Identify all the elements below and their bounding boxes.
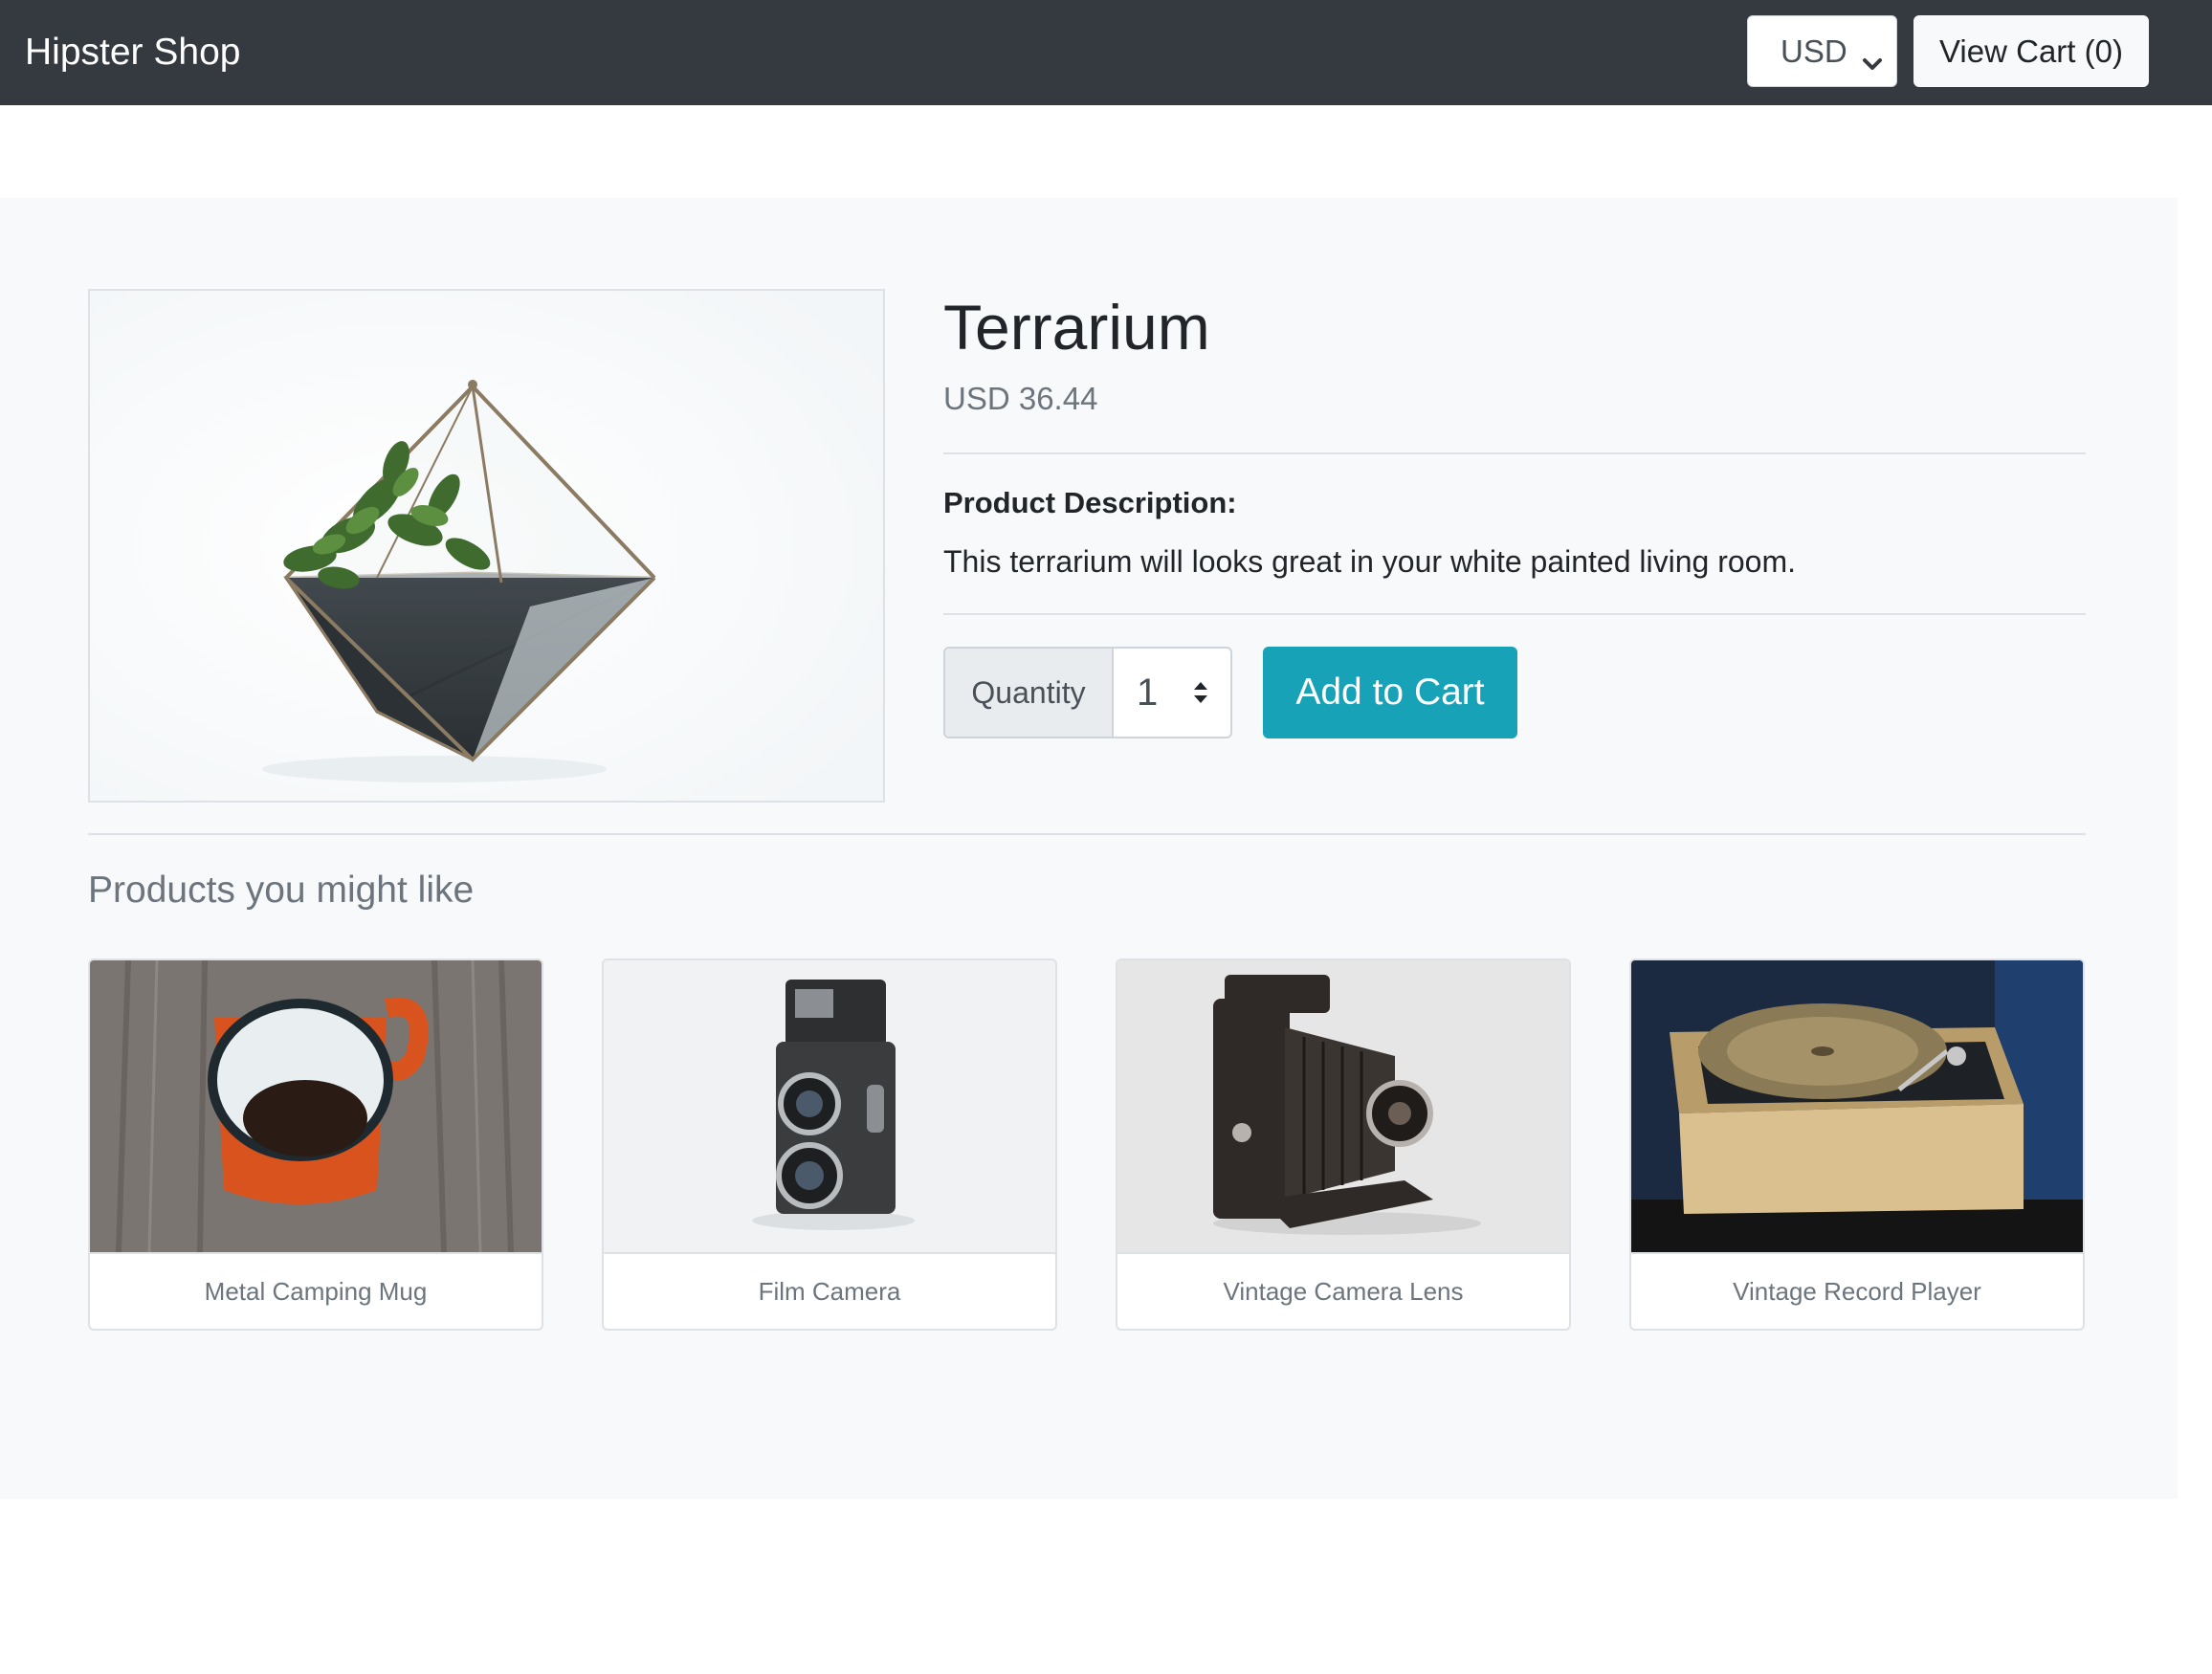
product-title: Terrarium [943, 292, 1210, 363]
divider [943, 452, 2086, 454]
product-price: USD 36.44 [943, 381, 1098, 416]
recommendation-name[interactable]: Vintage Record Player [1631, 1254, 2083, 1329]
recommendation-name[interactable]: Vintage Camera Lens [1117, 1254, 1569, 1329]
recommendation-card[interactable]: Film Camera [602, 958, 1057, 1331]
description-heading: Product Description: [943, 486, 1237, 519]
chevron-down-icon [1862, 43, 1883, 79]
recommendation-card[interactable]: Vintage Camera Lens [1116, 958, 1571, 1331]
recommendation-card[interactable]: Vintage Record Player [1629, 958, 2085, 1331]
add-to-cart-button[interactable]: Add to Cart [1263, 647, 1517, 738]
product-description: This terrarium will looks great in your … [943, 544, 1797, 579]
divider [88, 833, 2086, 835]
top-navbar: Hipster Shop USD View Cart (0) [0, 0, 2212, 105]
product-thumbnail[interactable] [1117, 960, 1569, 1254]
spinner-arrows-icon[interactable] [1192, 680, 1209, 710]
quantity-input-group: Quantity 1 [943, 647, 1232, 738]
view-cart-button[interactable]: View Cart (0) [1913, 15, 2149, 87]
divider [943, 613, 2086, 615]
product-thumbnail[interactable] [1631, 960, 2083, 1254]
recommendation-name[interactable]: Film Camera [604, 1254, 1055, 1329]
recommendation-name[interactable]: Metal Camping Mug [90, 1254, 542, 1329]
recommendations-title: Products you might like [88, 870, 475, 911]
quantity-label: Quantity [945, 649, 1114, 737]
quantity-select[interactable]: 1 [1137, 649, 1158, 737]
recommendation-card[interactable]: Metal Camping Mug [88, 958, 543, 1331]
currency-select[interactable]: USD [1747, 15, 1897, 87]
product-thumbnail[interactable] [604, 960, 1055, 1254]
brand-link[interactable]: Hipster Shop [25, 0, 240, 105]
product-image [88, 289, 885, 803]
product-thumbnail[interactable] [90, 960, 542, 1254]
currency-value: USD [1781, 33, 1847, 69]
